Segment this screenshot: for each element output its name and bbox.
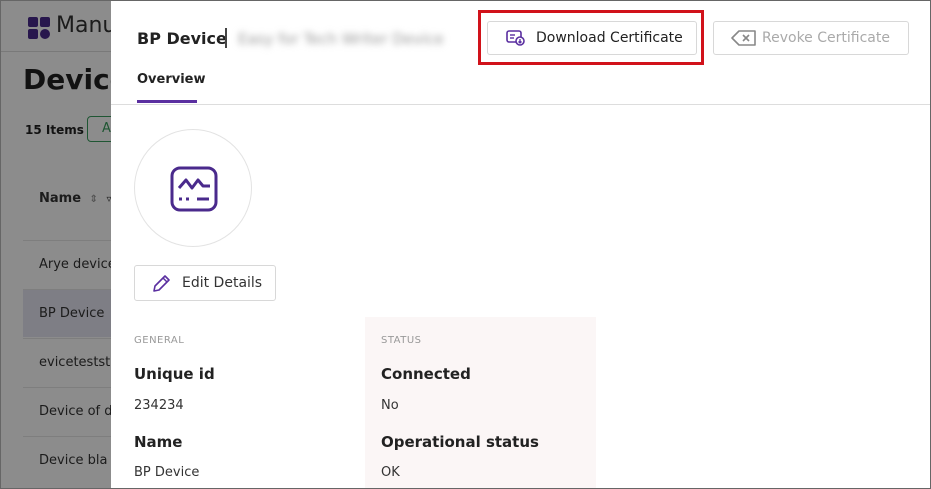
highlight-box [478, 10, 704, 65]
name-value: BP Device [134, 465, 200, 480]
device-monitor-icon [170, 166, 218, 212]
tab-active-indicator [137, 100, 197, 103]
operational-status-label: Operational status [381, 433, 539, 451]
connected-label: Connected [381, 365, 471, 383]
device-avatar [134, 129, 252, 247]
drawer-header: BP Device Easy for Tech Writer Device Do… [111, 1, 930, 105]
drawer-title: BP Device [137, 29, 227, 48]
operational-status-value: OK [381, 465, 400, 480]
general-section-heading: GENERAL [134, 335, 185, 346]
revoke-certificate-label: Revoke Certificate [762, 30, 890, 46]
screenshot-frame: Manu Device 15 Items A Name ⇕ ▿ Arye dev… [0, 0, 931, 489]
backspace-x-icon [731, 29, 756, 47]
pencil-icon [151, 274, 173, 292]
tab-overview[interactable]: Overview [137, 72, 206, 87]
unique-id-label: Unique id [134, 365, 215, 383]
name-label: Name [134, 433, 183, 451]
edit-details-button[interactable]: Edit Details [134, 265, 276, 301]
drawer-subtitle: Easy for Tech Writer Device [238, 30, 444, 48]
status-section-heading: STATUS [381, 335, 422, 346]
title-divider [225, 28, 227, 48]
unique-id-value: 234234 [134, 398, 184, 413]
connected-value: No [381, 398, 399, 413]
device-drawer: BP Device Easy for Tech Writer Device Do… [111, 1, 930, 488]
revoke-certificate-button[interactable]: Revoke Certificate [713, 21, 909, 55]
edit-details-label: Edit Details [182, 275, 263, 291]
